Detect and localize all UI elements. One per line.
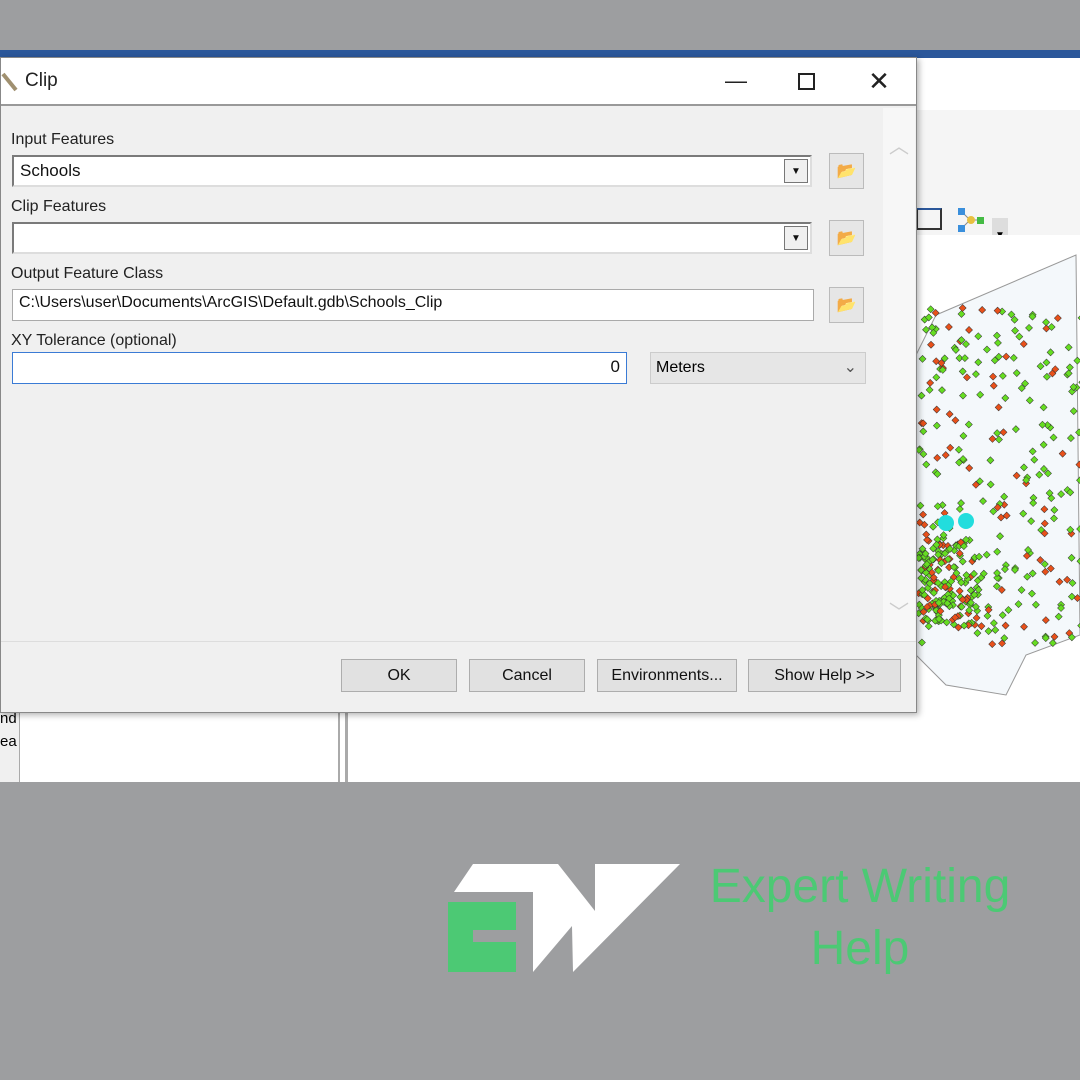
input-features-combobox[interactable]: Schools ▼ — [12, 155, 812, 187]
selected-point — [958, 513, 974, 529]
selected-point — [938, 515, 954, 531]
dialog-scrollbar[interactable]: ︿ ﹀ — [883, 108, 915, 641]
unit-value: Meters — [656, 359, 705, 376]
clip-dialog: Clip — ✕ Input Features Schools ▼ 📂 Clip… — [0, 57, 917, 713]
close-icon[interactable]: ✕ — [849, 58, 909, 104]
xy-tolerance-input[interactable]: 0 — [12, 352, 627, 384]
input-features-value: Schools — [20, 161, 81, 180]
ok-button[interactable]: OK — [341, 659, 457, 692]
window-icon[interactable] — [916, 208, 942, 230]
watermark-line1: Expert Writing — [709, 860, 1011, 913]
chevron-up-icon[interactable]: ︿ — [889, 130, 909, 159]
chevron-down-icon[interactable]: ﹀ — [889, 596, 909, 625]
browse-folder-icon[interactable]: 📂 — [829, 153, 864, 189]
chevron-down-icon: ⌄ — [843, 359, 857, 376]
minimize-icon[interactable]: — — [706, 58, 766, 104]
chevron-down-icon[interactable]: ▼ — [784, 226, 808, 250]
maximize-icon[interactable] — [776, 58, 836, 104]
browse-folder-icon[interactable]: 📂 — [829, 287, 864, 323]
xy-tolerance-label: XY Tolerance (optional) — [11, 332, 177, 349]
xy-tolerance-unit-select[interactable]: Meters ⌄ — [650, 352, 866, 384]
expert-writing-logo — [448, 864, 682, 972]
output-feature-class-label: Output Feature Class — [11, 265, 164, 282]
browse-folder-icon[interactable]: 📂 — [829, 220, 864, 256]
watermark-text: Expert Writing Help — [695, 856, 1025, 980]
clip-features-combobox[interactable]: ▼ — [12, 222, 812, 254]
watermark-line2: Help — [810, 922, 910, 975]
model-builder-icon[interactable] — [956, 206, 986, 234]
show-help-button[interactable]: Show Help >> — [748, 659, 901, 692]
hammer-icon — [1, 68, 21, 94]
output-feature-class-input[interactable]: C:\Users\user\Documents\ArcGIS\Default.g… — [12, 289, 814, 321]
dialog-title: Clip — [25, 70, 58, 91]
clip-features-label: Clip Features — [11, 198, 107, 215]
map-view[interactable] — [916, 235, 1080, 782]
chevron-down-icon[interactable]: ▼ — [784, 159, 808, 183]
cancel-button[interactable]: Cancel — [469, 659, 585, 692]
input-features-label: Input Features — [11, 131, 115, 148]
panel-text-fragment: ea — [0, 733, 17, 750]
environments-button[interactable]: Environments... — [597, 659, 737, 692]
dialog-title-bar[interactable]: Clip — ✕ — [1, 58, 916, 106]
panel-divider — [345, 710, 348, 782]
table-of-contents-panel: nd ea — [0, 710, 340, 782]
